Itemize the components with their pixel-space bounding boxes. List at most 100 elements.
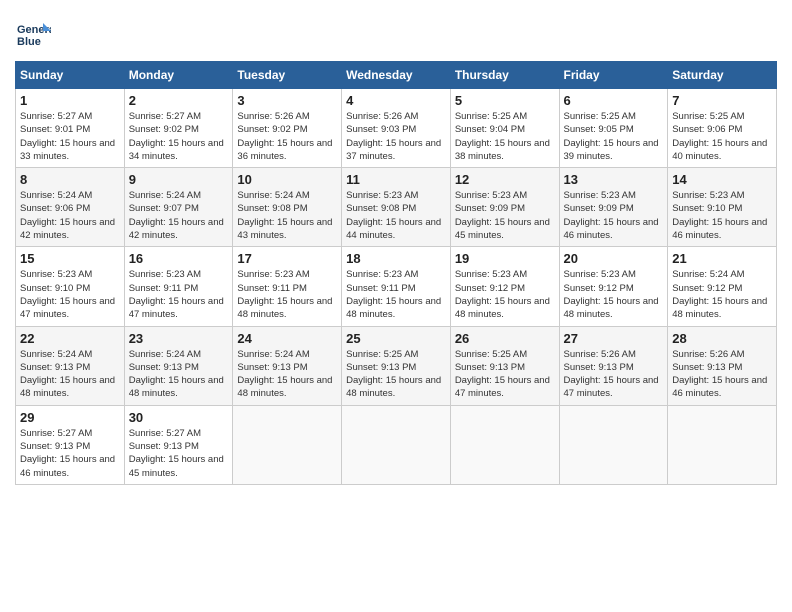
day-info: Sunrise: 5:23 AMSunset: 9:12 PMDaylight:…: [455, 268, 555, 321]
day-info: Sunrise: 5:24 AMSunset: 9:06 PMDaylight:…: [20, 189, 120, 242]
day-info: Sunrise: 5:27 AMSunset: 9:01 PMDaylight:…: [20, 110, 120, 163]
day-cell-6: 6 Sunrise: 5:25 AMSunset: 9:05 PMDayligh…: [559, 89, 668, 168]
day-info: Sunrise: 5:23 AMSunset: 9:12 PMDaylight:…: [564, 268, 664, 321]
day-cell-19: 19 Sunrise: 5:23 AMSunset: 9:12 PMDaylig…: [450, 247, 559, 326]
day-info: Sunrise: 5:26 AMSunset: 9:13 PMDaylight:…: [564, 348, 664, 401]
day-cell-21: 21 Sunrise: 5:24 AMSunset: 9:12 PMDaylig…: [668, 247, 777, 326]
calendar-header-row: SundayMondayTuesdayWednesdayThursdayFrid…: [16, 62, 777, 89]
day-cell-5: 5 Sunrise: 5:25 AMSunset: 9:04 PMDayligh…: [450, 89, 559, 168]
day-info: Sunrise: 5:23 AMSunset: 9:10 PMDaylight:…: [672, 189, 772, 242]
day-info: Sunrise: 5:26 AMSunset: 9:13 PMDaylight:…: [672, 348, 772, 401]
day-cell-29: 29 Sunrise: 5:27 AMSunset: 9:13 PMDaylig…: [16, 405, 125, 484]
day-number: 10: [237, 172, 337, 187]
day-number: 2: [129, 93, 229, 108]
day-cell-14: 14 Sunrise: 5:23 AMSunset: 9:10 PMDaylig…: [668, 168, 777, 247]
header-sunday: Sunday: [16, 62, 125, 89]
day-number: 25: [346, 331, 446, 346]
day-cell-9: 9 Sunrise: 5:24 AMSunset: 9:07 PMDayligh…: [124, 168, 233, 247]
day-number: 8: [20, 172, 120, 187]
header-thursday: Thursday: [450, 62, 559, 89]
day-number: 30: [129, 410, 229, 425]
day-number: 21: [672, 251, 772, 266]
day-number: 1: [20, 93, 120, 108]
day-number: 18: [346, 251, 446, 266]
day-info: Sunrise: 5:24 AMSunset: 9:12 PMDaylight:…: [672, 268, 772, 321]
day-info: Sunrise: 5:23 AMSunset: 9:11 PMDaylight:…: [129, 268, 229, 321]
calendar-week-row: 8 Sunrise: 5:24 AMSunset: 9:06 PMDayligh…: [16, 168, 777, 247]
day-info: Sunrise: 5:25 AMSunset: 9:06 PMDaylight:…: [672, 110, 772, 163]
logo-icon: General Blue: [15, 15, 51, 51]
calendar-week-row: 15 Sunrise: 5:23 AMSunset: 9:10 PMDaylig…: [16, 247, 777, 326]
day-cell-25: 25 Sunrise: 5:25 AMSunset: 9:13 PMDaylig…: [342, 326, 451, 405]
day-cell-3: 3 Sunrise: 5:26 AMSunset: 9:02 PMDayligh…: [233, 89, 342, 168]
day-cell-24: 24 Sunrise: 5:24 AMSunset: 9:13 PMDaylig…: [233, 326, 342, 405]
day-number: 23: [129, 331, 229, 346]
day-cell-10: 10 Sunrise: 5:24 AMSunset: 9:08 PMDaylig…: [233, 168, 342, 247]
day-number: 13: [564, 172, 664, 187]
day-info: Sunrise: 5:24 AMSunset: 9:13 PMDaylight:…: [20, 348, 120, 401]
calendar-week-row: 22 Sunrise: 5:24 AMSunset: 9:13 PMDaylig…: [16, 326, 777, 405]
day-number: 28: [672, 331, 772, 346]
day-info: Sunrise: 5:24 AMSunset: 9:07 PMDaylight:…: [129, 189, 229, 242]
calendar-week-row: 1 Sunrise: 5:27 AMSunset: 9:01 PMDayligh…: [16, 89, 777, 168]
day-number: 20: [564, 251, 664, 266]
day-info: Sunrise: 5:23 AMSunset: 9:09 PMDaylight:…: [564, 189, 664, 242]
day-cell-18: 18 Sunrise: 5:23 AMSunset: 9:11 PMDaylig…: [342, 247, 451, 326]
header-wednesday: Wednesday: [342, 62, 451, 89]
calendar-table: SundayMondayTuesdayWednesdayThursdayFrid…: [15, 61, 777, 485]
day-info: Sunrise: 5:27 AMSunset: 9:13 PMDaylight:…: [129, 427, 229, 480]
day-number: 27: [564, 331, 664, 346]
day-info: Sunrise: 5:24 AMSunset: 9:13 PMDaylight:…: [129, 348, 229, 401]
calendar-week-row: 29 Sunrise: 5:27 AMSunset: 9:13 PMDaylig…: [16, 405, 777, 484]
empty-cell: [342, 405, 451, 484]
day-info: Sunrise: 5:25 AMSunset: 9:04 PMDaylight:…: [455, 110, 555, 163]
day-cell-17: 17 Sunrise: 5:23 AMSunset: 9:11 PMDaylig…: [233, 247, 342, 326]
day-cell-7: 7 Sunrise: 5:25 AMSunset: 9:06 PMDayligh…: [668, 89, 777, 168]
day-info: Sunrise: 5:24 AMSunset: 9:13 PMDaylight:…: [237, 348, 337, 401]
header-monday: Monday: [124, 62, 233, 89]
day-info: Sunrise: 5:27 AMSunset: 9:02 PMDaylight:…: [129, 110, 229, 163]
day-number: 14: [672, 172, 772, 187]
empty-cell: [450, 405, 559, 484]
day-number: 12: [455, 172, 555, 187]
page-header: General Blue: [15, 15, 777, 51]
day-info: Sunrise: 5:26 AMSunset: 9:03 PMDaylight:…: [346, 110, 446, 163]
header-tuesday: Tuesday: [233, 62, 342, 89]
empty-cell: [668, 405, 777, 484]
logo: General Blue: [15, 15, 55, 51]
day-cell-13: 13 Sunrise: 5:23 AMSunset: 9:09 PMDaylig…: [559, 168, 668, 247]
day-number: 7: [672, 93, 772, 108]
empty-cell: [233, 405, 342, 484]
day-cell-8: 8 Sunrise: 5:24 AMSunset: 9:06 PMDayligh…: [16, 168, 125, 247]
day-number: 22: [20, 331, 120, 346]
day-info: Sunrise: 5:26 AMSunset: 9:02 PMDaylight:…: [237, 110, 337, 163]
empty-cell: [559, 405, 668, 484]
day-cell-11: 11 Sunrise: 5:23 AMSunset: 9:08 PMDaylig…: [342, 168, 451, 247]
day-number: 11: [346, 172, 446, 187]
day-info: Sunrise: 5:27 AMSunset: 9:13 PMDaylight:…: [20, 427, 120, 480]
day-cell-23: 23 Sunrise: 5:24 AMSunset: 9:13 PMDaylig…: [124, 326, 233, 405]
day-number: 26: [455, 331, 555, 346]
day-cell-26: 26 Sunrise: 5:25 AMSunset: 9:13 PMDaylig…: [450, 326, 559, 405]
day-cell-12: 12 Sunrise: 5:23 AMSunset: 9:09 PMDaylig…: [450, 168, 559, 247]
day-number: 16: [129, 251, 229, 266]
day-number: 6: [564, 93, 664, 108]
day-info: Sunrise: 5:23 AMSunset: 9:11 PMDaylight:…: [237, 268, 337, 321]
day-number: 9: [129, 172, 229, 187]
day-info: Sunrise: 5:24 AMSunset: 9:08 PMDaylight:…: [237, 189, 337, 242]
header-friday: Friday: [559, 62, 668, 89]
svg-text:Blue: Blue: [17, 36, 41, 48]
day-cell-16: 16 Sunrise: 5:23 AMSunset: 9:11 PMDaylig…: [124, 247, 233, 326]
day-info: Sunrise: 5:25 AMSunset: 9:13 PMDaylight:…: [455, 348, 555, 401]
day-cell-27: 27 Sunrise: 5:26 AMSunset: 9:13 PMDaylig…: [559, 326, 668, 405]
day-number: 4: [346, 93, 446, 108]
day-number: 17: [237, 251, 337, 266]
day-cell-4: 4 Sunrise: 5:26 AMSunset: 9:03 PMDayligh…: [342, 89, 451, 168]
day-cell-22: 22 Sunrise: 5:24 AMSunset: 9:13 PMDaylig…: [16, 326, 125, 405]
day-cell-1: 1 Sunrise: 5:27 AMSunset: 9:01 PMDayligh…: [16, 89, 125, 168]
day-number: 29: [20, 410, 120, 425]
day-number: 15: [20, 251, 120, 266]
day-cell-28: 28 Sunrise: 5:26 AMSunset: 9:13 PMDaylig…: [668, 326, 777, 405]
day-number: 19: [455, 251, 555, 266]
day-info: Sunrise: 5:23 AMSunset: 9:09 PMDaylight:…: [455, 189, 555, 242]
